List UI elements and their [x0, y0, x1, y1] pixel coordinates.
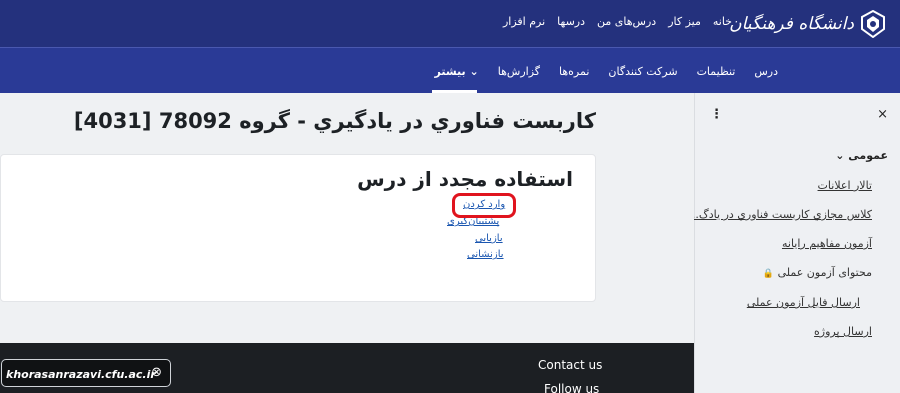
sidebar-item-submit-practical[interactable]: ارسال فایل آزمون عملی: [747, 296, 860, 309]
kebab-menu-icon[interactable]: ⋮: [710, 107, 723, 122]
tab-course[interactable]: درس: [754, 65, 778, 78]
logo-text: دانشگاه فرهنگیان: [729, 14, 854, 34]
lock-icon: 🔒: [762, 269, 775, 279]
page-title: كاربست فناوري در يادگيري - گروه 78092 [4…: [73, 109, 596, 133]
sidebar-item-label: محتوای آزمون عملی: [777, 266, 872, 279]
tab-more[interactable]: بیشتر ⌄: [435, 65, 479, 78]
sidebar-item-practical-content[interactable]: محتوای آزمون عملی 🔒: [763, 266, 872, 279]
nav-my-courses[interactable]: درس‌های من: [597, 15, 656, 28]
sidebar-item-virtual-class[interactable]: کلاس مجازي کاربست فناوري در يادگ...: [688, 208, 872, 221]
top-nav: خانه میز کار درس‌های من درسها نرم افزار: [503, 15, 732, 28]
reuse-card: استفاده مجدد از درس وارد کردن پشتیبان‌گی…: [0, 154, 596, 302]
sidebar-item-submit-project[interactable]: ارسال پروژه: [814, 325, 872, 338]
reset-link[interactable]: بازنشانی: [467, 249, 504, 260]
top-navbar: دانشگاه فرهنگیان خانه میز کار درس‌های من…: [0, 0, 900, 47]
tab-settings[interactable]: تنظیمات: [697, 65, 736, 78]
sidebar-item-computer-quiz[interactable]: آزمون مفاهیم رایانه: [782, 237, 872, 250]
section-label: عمومی: [848, 149, 888, 162]
badge-text: khorasanrazavi.cfu.ac.ir: [6, 368, 156, 381]
tab-reports[interactable]: گزارش‌ها: [498, 65, 540, 78]
restore-link[interactable]: بازیابی: [475, 233, 503, 244]
tab-more-label: بیشتر: [434, 64, 466, 78]
nav-dashboard[interactable]: میز کار: [668, 15, 701, 28]
card-title: استفاده مجدد از درس: [357, 167, 573, 191]
course-secondary-nav: درس تنظیمات شرکت کنندگان نمره‌ها گزارش‌ه…: [0, 47, 900, 93]
red-highlight-annotation: [452, 193, 516, 218]
close-circle-icon[interactable]: ⊗: [151, 365, 162, 380]
contact-us-link[interactable]: Contact us: [538, 358, 602, 372]
nav-software[interactable]: نرم افزار: [503, 15, 545, 28]
chevron-down-icon: ⌄: [469, 64, 479, 78]
close-icon[interactable]: ×: [877, 107, 888, 122]
site-badge[interactable]: khorasanrazavi.cfu.ac.ir ⊗: [1, 359, 171, 387]
site-logo[interactable]: دانشگاه فرهنگیان: [729, 6, 886, 42]
sidebar-item-announcements[interactable]: تالار اعلانات: [818, 179, 872, 192]
main-content: كاربست فناوري در يادگيري - گروه 78092 [4…: [0, 93, 694, 343]
nav-courses[interactable]: درسها: [557, 15, 585, 28]
tab-participants[interactable]: شرکت کنندگان: [608, 65, 677, 78]
tab-grades[interactable]: نمره‌ها: [559, 65, 589, 78]
section-general[interactable]: عمومی ⌄: [835, 149, 888, 162]
chevron-down-icon: ⌄: [835, 149, 845, 162]
follow-us-link[interactable]: Follow us: [544, 382, 599, 393]
nav-home[interactable]: خانه: [713, 15, 732, 28]
course-index-drawer: × ⋮ عمومی ⌄ تالار اعلانات کلاس مجازي کار…: [688, 93, 900, 393]
university-emblem-icon: [861, 10, 885, 38]
